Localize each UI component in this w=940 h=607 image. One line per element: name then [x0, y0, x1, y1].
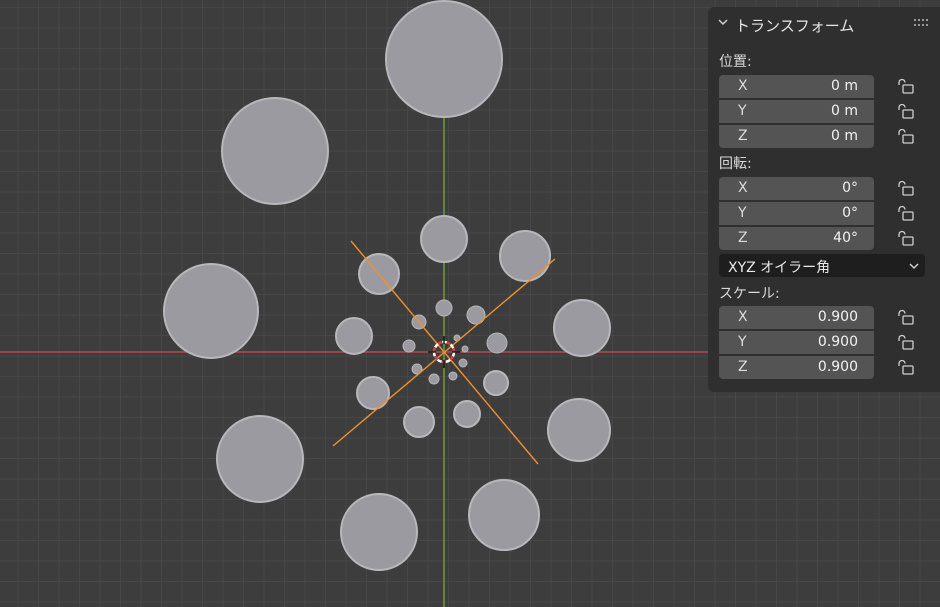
sphere-object-8[interactable] — [553, 299, 611, 357]
field-value: 0 m — [831, 103, 858, 119]
axis-label: Y — [738, 103, 747, 119]
field-value: 0.900 — [817, 359, 858, 375]
field-value: 0.900 — [817, 334, 858, 350]
rotation-label: 回転: — [719, 156, 752, 172]
sphere-objects-group[interactable] — [163, 0, 611, 571]
field-value: 40° — [833, 230, 858, 246]
sphere-object-21[interactable] — [402, 339, 416, 353]
lock-icon[interactable] — [895, 359, 915, 375]
sphere-object-12[interactable] — [335, 317, 373, 355]
location-z-field[interactable]: Z 0 m — [719, 125, 874, 148]
field-value: 0.900 — [817, 309, 858, 325]
sphere-object-4[interactable] — [216, 415, 304, 503]
rotation-x-field[interactable]: X 0° — [719, 177, 874, 200]
sphere-object-18[interactable] — [466, 305, 486, 325]
sphere-object-23[interactable] — [428, 373, 440, 385]
location-x-field[interactable]: X 0 m — [719, 75, 874, 98]
field-value: 0° — [842, 205, 858, 221]
sphere-object-15[interactable] — [453, 400, 481, 428]
axis-label: X — [738, 180, 748, 196]
sphere-object-5[interactable] — [340, 493, 418, 571]
chevron-down-icon[interactable] — [717, 16, 729, 28]
field-value: 0° — [842, 180, 858, 196]
sphere-object-14[interactable] — [403, 406, 435, 438]
sphere-object-1[interactable] — [385, 0, 503, 118]
lock-icon[interactable] — [895, 78, 915, 94]
location-label: 位置: — [719, 54, 752, 70]
lock-icon[interactable] — [895, 128, 915, 144]
panel-title: トランスフォーム — [735, 17, 855, 35]
scale-x-field[interactable]: X 0.900 — [719, 306, 874, 329]
rotation-mode-select[interactable]: XYZ オイラー角 — [719, 254, 925, 277]
transform-panel: トランスフォーム 位置: X 0 m Y 0 m Z 0 m 回転: X 0° … — [708, 7, 940, 392]
sphere-object-19[interactable] — [435, 299, 453, 317]
rotation-y-field[interactable]: Y 0° — [719, 202, 874, 225]
axis-label: Y — [738, 205, 747, 221]
sphere-object-3[interactable] — [163, 263, 259, 359]
axis-label: Z — [738, 230, 748, 246]
lock-icon[interactable] — [895, 205, 915, 221]
sphere-object-7[interactable] — [547, 398, 611, 462]
panel-header[interactable]: トランスフォーム — [708, 7, 940, 41]
axis-label: Y — [738, 334, 747, 350]
chevron-down-icon — [909, 263, 919, 270]
sphere-object-24[interactable] — [448, 371, 458, 381]
axis-label: X — [738, 309, 748, 325]
location-y-field[interactable]: Y 0 m — [719, 100, 874, 123]
sphere-object-17[interactable] — [486, 332, 508, 354]
sphere-object-13[interactable] — [356, 376, 390, 410]
axis-label: Z — [738, 128, 748, 144]
lock-icon[interactable] — [895, 334, 915, 350]
drag-grip-icon[interactable] — [914, 19, 928, 27]
field-value: 0 m — [831, 128, 858, 144]
field-value: 0 m — [831, 78, 858, 94]
scale-z-field[interactable]: Z 0.900 — [719, 356, 874, 379]
sphere-object-9[interactable] — [499, 230, 551, 282]
rotation-mode-value: XYZ オイラー角 — [728, 260, 831, 276]
sphere-object-16[interactable] — [483, 370, 509, 396]
rotation-z-field[interactable]: Z 40° — [719, 227, 874, 250]
lock-icon[interactable] — [895, 103, 915, 119]
sphere-object-6[interactable] — [468, 479, 540, 551]
lock-icon[interactable] — [895, 309, 915, 325]
axis-label: Z — [738, 359, 748, 375]
sphere-object-26[interactable] — [461, 345, 469, 353]
sphere-object-10[interactable] — [420, 215, 468, 263]
axis-label: X — [738, 78, 748, 94]
lock-icon[interactable] — [895, 180, 915, 196]
sphere-object-2[interactable] — [221, 97, 329, 205]
sphere-object-25[interactable] — [458, 358, 468, 368]
lock-icon[interactable] — [895, 230, 915, 246]
scale-label: スケール: — [719, 286, 780, 302]
scale-y-field[interactable]: Y 0.900 — [719, 331, 874, 354]
